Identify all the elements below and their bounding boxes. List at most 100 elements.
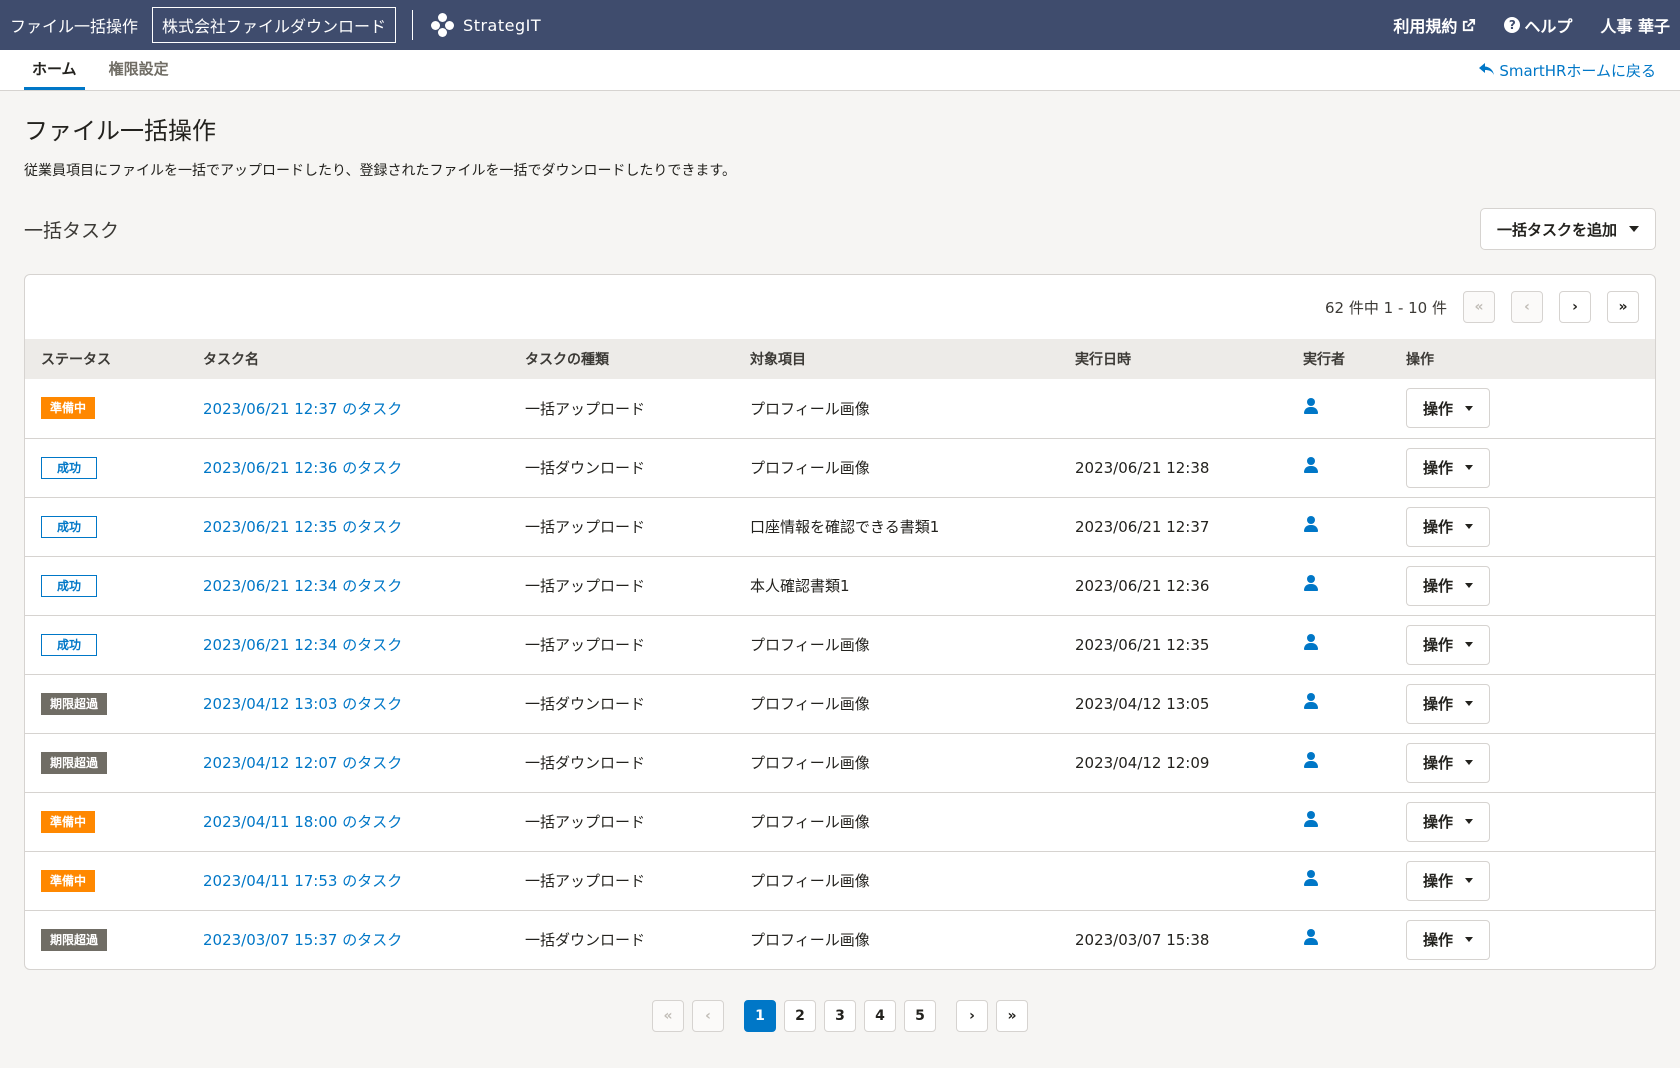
- pagination-top: 62 件中 1 - 10 件 « ‹ › »: [25, 275, 1655, 339]
- user-icon[interactable]: [1303, 634, 1319, 651]
- status-cell: 成功: [25, 437, 187, 497]
- executor-cell: [1287, 555, 1390, 615]
- status-badge: 成功: [41, 574, 98, 597]
- user-icon[interactable]: [1303, 575, 1319, 592]
- task-type-cell: 一括アップロード: [509, 555, 734, 615]
- status-cell: 期限超過: [25, 732, 187, 792]
- executor-cell: [1287, 437, 1390, 497]
- executor-cell: [1287, 732, 1390, 792]
- task-name-link[interactable]: 2023/06/21 12:34 のタスク: [203, 636, 402, 654]
- status-badge: 期限超過: [41, 928, 108, 951]
- task-name-link[interactable]: 2023/04/11 17:53 のタスク: [203, 872, 402, 890]
- user-icon[interactable]: [1303, 457, 1319, 474]
- caret-down-icon: [1629, 226, 1639, 232]
- operation-button[interactable]: 操作: [1406, 447, 1490, 488]
- target-cell: プロフィール画像: [734, 732, 1059, 792]
- executor-cell: [1287, 379, 1390, 438]
- first-page-button[interactable]: «: [1463, 291, 1495, 323]
- caret-down-icon: [1465, 937, 1473, 943]
- task-table: ステータス タスク名 タスクの種類 対象項目 実行日時 実行者 操作 準備中 20…: [25, 339, 1655, 969]
- user-icon[interactable]: [1303, 870, 1319, 887]
- header-divider: [412, 10, 414, 40]
- operation-button[interactable]: 操作: [1406, 624, 1490, 665]
- task-name-link[interactable]: 2023/04/11 18:00 のタスク: [203, 813, 402, 831]
- target-cell: プロフィール画像: [734, 614, 1059, 674]
- operation-label: 操作: [1422, 577, 1453, 595]
- add-task-button[interactable]: 一括タスクを追加: [1479, 208, 1656, 250]
- executor-cell: [1287, 496, 1390, 556]
- app-name: ファイル一括操作: [10, 17, 139, 36]
- caret-down-icon: [1465, 642, 1473, 647]
- top-header: ファイル一括操作 株式会社ファイルダウンロード StrategIT 利用規約 ?…: [0, 0, 1680, 50]
- operation-button[interactable]: 操作: [1406, 565, 1490, 606]
- status-cell: 成功: [25, 614, 187, 674]
- actions-cell: 操作: [1390, 437, 1655, 497]
- task-name-link[interactable]: 2023/06/21 12:35 のタスク: [203, 518, 402, 536]
- task-type-cell: 一括ダウンロード: [509, 673, 734, 733]
- operation-button[interactable]: 操作: [1406, 742, 1490, 783]
- task-name-link[interactable]: 2023/03/07 15:37 のタスク: [203, 931, 402, 949]
- operation-label: 操作: [1422, 518, 1453, 536]
- actions-cell: 操作: [1390, 496, 1655, 556]
- task-type-cell: 一括ダウンロード: [509, 732, 734, 792]
- task-type-cell: 一括アップロード: [509, 614, 734, 674]
- table-header-row: ステータス タスク名 タスクの種類 対象項目 実行日時 実行者 操作: [25, 339, 1655, 379]
- back-to-smarthr-link[interactable]: SmartHRホームに戻る: [1479, 50, 1656, 90]
- status-cell: 準備中: [25, 379, 187, 438]
- help-link[interactable]: ? ヘルプ: [1504, 13, 1572, 37]
- task-name-link[interactable]: 2023/06/21 12:36 のタスク: [203, 459, 402, 477]
- operation-button[interactable]: 操作: [1406, 506, 1490, 547]
- last-page-button[interactable]: »: [996, 1000, 1028, 1032]
- prev-page-button[interactable]: ‹: [692, 1000, 724, 1032]
- terms-link[interactable]: 利用規約: [1393, 13, 1476, 37]
- page-4-button[interactable]: 4: [864, 1000, 896, 1032]
- executed-at-cell: [1059, 379, 1287, 438]
- operation-button[interactable]: 操作: [1406, 388, 1490, 429]
- page-2-button[interactable]: 2: [784, 1000, 816, 1032]
- page-1-button[interactable]: 1: [744, 1000, 776, 1032]
- task-name-link[interactable]: 2023/06/21 12:37 のタスク: [203, 400, 402, 418]
- executor-cell: [1287, 850, 1390, 910]
- operation-button[interactable]: 操作: [1406, 683, 1490, 724]
- executed-at-cell: 2023/06/21 12:37: [1059, 496, 1287, 556]
- status-cell: 成功: [25, 496, 187, 556]
- prev-page-button[interactable]: ‹: [1511, 291, 1543, 323]
- page-5-button[interactable]: 5: [904, 1000, 936, 1032]
- operation-button[interactable]: 操作: [1406, 801, 1490, 842]
- task-name-link[interactable]: 2023/04/12 13:03 のタスク: [203, 695, 402, 713]
- user-icon[interactable]: [1303, 397, 1319, 415]
- tab-home[interactable]: ホーム: [24, 50, 85, 90]
- table-row: 成功 2023/06/21 12:36 のタスク 一括ダウンロード プロフィール画像 2…: [25, 437, 1655, 497]
- col-task-type: タスクの種類: [509, 339, 734, 379]
- user-icon[interactable]: [1303, 929, 1319, 946]
- operation-button[interactable]: 操作: [1406, 860, 1490, 901]
- user-icon[interactable]: [1303, 811, 1319, 828]
- caret-down-icon: [1465, 878, 1473, 883]
- logo-icon: [431, 13, 455, 37]
- user-icon[interactable]: [1303, 516, 1319, 533]
- user-icon[interactable]: [1303, 752, 1319, 769]
- caret-down-icon: [1465, 701, 1473, 706]
- operation-label: 操作: [1422, 459, 1453, 477]
- tab-permissions[interactable]: 権限設定: [101, 50, 177, 90]
- user-icon[interactable]: [1303, 693, 1319, 710]
- next-page-button[interactable]: ›: [1559, 291, 1591, 323]
- company-switcher[interactable]: 株式会社ファイルダウンロード: [152, 7, 397, 43]
- user-menu[interactable]: 人事 華子: [1600, 13, 1670, 37]
- page-3-button[interactable]: 3: [824, 1000, 856, 1032]
- back-link-label: SmartHRホームに戻る: [1499, 61, 1656, 80]
- executor-cell: [1287, 909, 1390, 969]
- next-page-button[interactable]: ›: [956, 1000, 988, 1032]
- target-cell: プロフィール画像: [734, 673, 1059, 733]
- last-page-button[interactable]: »: [1607, 291, 1639, 323]
- caret-down-icon: [1465, 819, 1473, 824]
- operation-button[interactable]: 操作: [1406, 919, 1490, 960]
- page-title: ファイル一括操作: [24, 117, 216, 145]
- task-name-link[interactable]: 2023/06/21 12:34 のタスク: [203, 577, 402, 595]
- first-page-button[interactable]: «: [652, 1000, 684, 1032]
- table-row: 期限超過 2023/03/07 15:37 のタスク 一括ダウンロード プロフィール画…: [25, 909, 1655, 969]
- logo-text: StrategIT: [463, 15, 542, 35]
- task-name-link[interactable]: 2023/04/12 12:07 のタスク: [203, 754, 402, 772]
- table-row: 成功 2023/06/21 12:35 のタスク 一括アップロード 口座情報を確認でき…: [25, 496, 1655, 556]
- help-label: ヘルプ: [1524, 17, 1573, 36]
